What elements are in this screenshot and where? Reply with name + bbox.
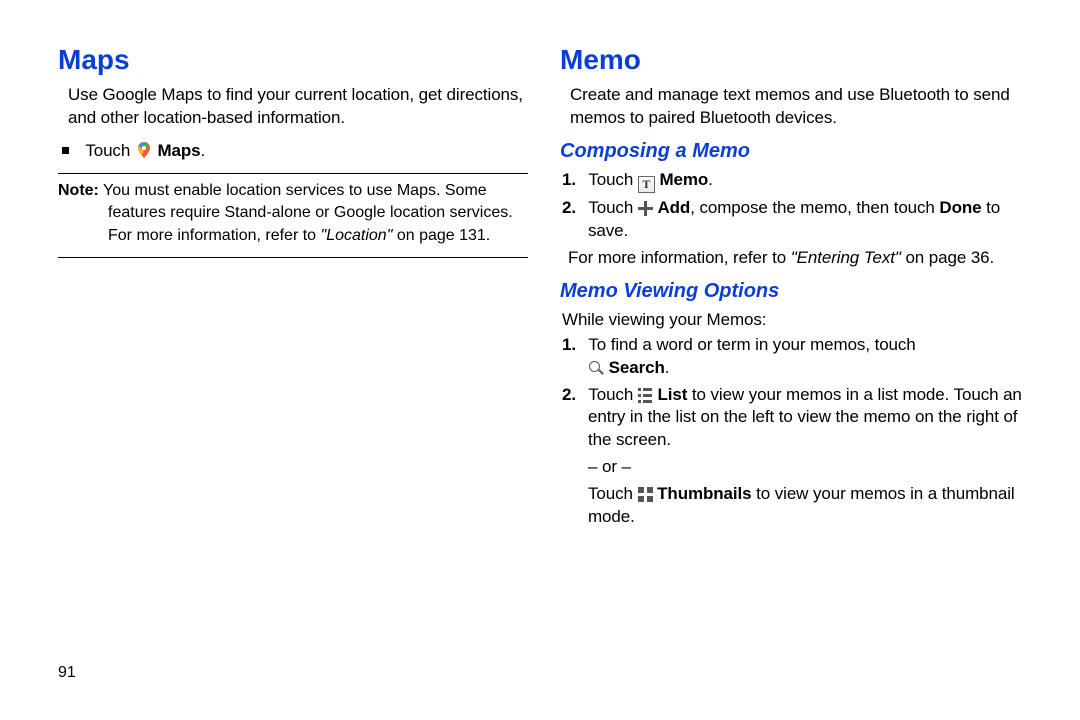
view-intro: While viewing your Memos: (562, 309, 1030, 332)
view-step-2: Touch List to view your memos in a list … (588, 384, 1030, 530)
plus-icon (638, 201, 653, 216)
maps-note: Note: You must enable location services … (58, 173, 528, 258)
app-name: Maps. (157, 141, 205, 160)
search-icon (588, 360, 604, 376)
maps-intro: Use Google Maps to find your current loc… (68, 84, 528, 130)
view-thumb-line: Touch Thumbnails to view your memos in a… (588, 483, 1030, 529)
memo-intro: Create and manage text memos and use Blu… (570, 84, 1030, 130)
compose-more-info: For more information, refer to "Entering… (568, 247, 1030, 270)
memo-heading: Memo (560, 44, 1030, 76)
left-column: Maps Use Google Maps to find your curren… (58, 44, 528, 700)
view-options-heading: Memo Viewing Options (560, 280, 1030, 303)
maps-icon (135, 141, 153, 159)
note-ref: "Location" (321, 227, 393, 244)
composing-heading: Composing a Memo (560, 140, 1030, 163)
note-label: Note: (58, 182, 99, 199)
view-or: – or – (588, 456, 1030, 479)
memo-icon: T (638, 176, 655, 193)
maps-touch-item: Touch Maps. (82, 140, 528, 163)
list-icon (638, 388, 653, 403)
compose-step-2: Touch Add, compose the memo, then touch … (588, 197, 1030, 243)
manual-page: Maps Use Google Maps to find your curren… (0, 0, 1080, 720)
right-column: Memo Create and manage text memos and us… (560, 44, 1030, 700)
thumbnails-icon (638, 487, 653, 502)
note-body: Note: You must enable location services … (108, 178, 528, 249)
maps-heading: Maps (58, 44, 528, 76)
view-step-1: To find a word or term in your memos, to… (588, 334, 1030, 380)
view-steps: To find a word or term in your memos, to… (560, 334, 1030, 530)
maps-touch-list: Touch Maps. (58, 140, 528, 163)
note-text-2: on page 131. (392, 227, 490, 244)
compose-step-1: Touch T Memo. (588, 169, 1030, 193)
touch-label: Touch (85, 141, 135, 160)
page-number: 91 (58, 664, 76, 682)
compose-steps: Touch T Memo. Touch Add, compose the mem… (560, 169, 1030, 243)
